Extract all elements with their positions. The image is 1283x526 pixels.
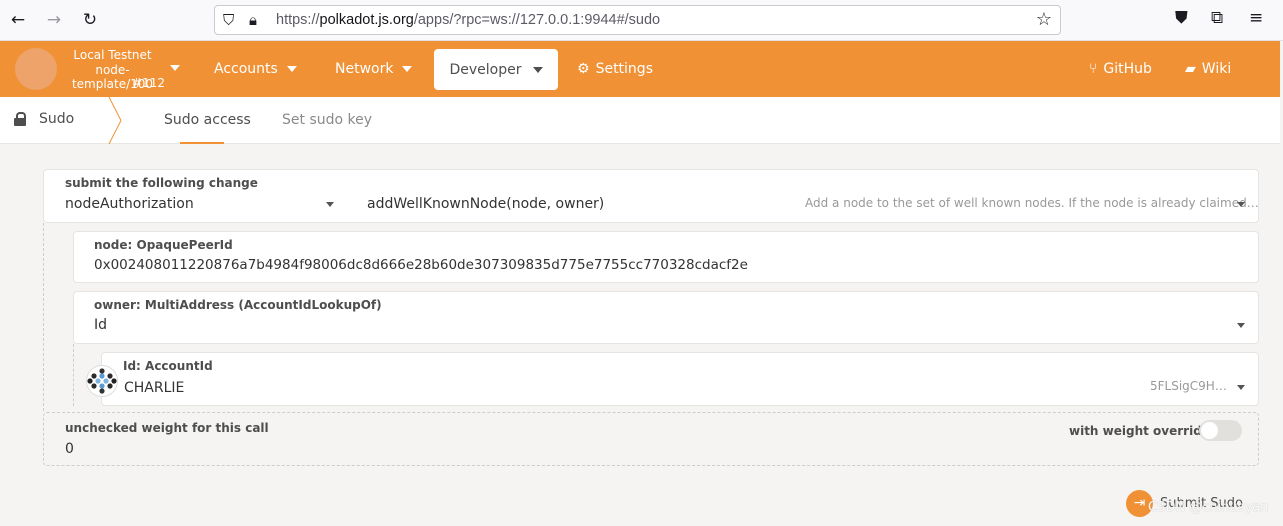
menu-settings[interactable]: ⚙ Settings xyxy=(577,61,653,77)
tab-sudo-access[interactable]: Sudo access xyxy=(164,112,251,128)
address-bar[interactable]: ⛉ 🔒︎ https://polkadot.js.org/apps/?rpc=w… xyxy=(214,5,1061,35)
lock-icon[interactable]: 🔒︎ xyxy=(249,11,257,29)
id-label: Id: AccountId xyxy=(123,359,213,373)
owner-label: owner: MultiAddress (AccountIdLookupOf) xyxy=(94,298,382,312)
weight-label: unchecked weight for this call xyxy=(65,421,269,435)
sub-navigation: Sudo Sudo access Set sudo key xyxy=(0,97,1280,144)
chevron-down-icon[interactable] xyxy=(1237,202,1245,207)
menu-developer[interactable]: Developer xyxy=(434,49,558,90)
account-dropdown[interactable]: CHARLIE xyxy=(124,380,184,396)
block-number: #112 xyxy=(132,76,165,90)
chain-logo[interactable] xyxy=(15,48,57,90)
chevron-down-icon xyxy=(286,66,297,72)
back-arrow-icon[interactable]: ← xyxy=(6,8,30,32)
weight-override-toggle[interactable] xyxy=(1199,420,1242,441)
menu-network[interactable]: Network xyxy=(335,61,413,77)
section-title: Sudo xyxy=(14,111,74,127)
pocket-icon[interactable]: ⛊ xyxy=(1175,8,1188,28)
menu-wiki[interactable]: ▰ Wiki xyxy=(1185,61,1231,77)
chevron-separator-icon xyxy=(108,97,122,144)
nested-guide xyxy=(73,344,74,406)
chevron-down-icon[interactable] xyxy=(326,202,334,207)
tab-set-sudo-key[interactable]: Set sudo key xyxy=(282,112,372,128)
weight-input[interactable]: 0 xyxy=(65,441,74,457)
call-description: Add a node to the set of well known node… xyxy=(805,196,1259,210)
unlock-icon xyxy=(14,112,26,126)
shield-icon[interactable]: ⛉ xyxy=(223,11,234,29)
book-icon: ▰ xyxy=(1185,61,1196,77)
pallet-dropdown[interactable]: nodeAuthorization xyxy=(65,196,194,212)
active-tab-indicator xyxy=(180,142,224,144)
owner-dropdown[interactable]: Id xyxy=(94,317,107,333)
account-identicon-icon[interactable] xyxy=(86,365,118,397)
watermark: CSDN @chinusyan xyxy=(1148,500,1269,515)
browser-toolbar: ← → ↻ ⛉ 🔒︎ https://polkadot.js.org/apps/… xyxy=(0,0,1283,41)
extensions-icon[interactable]: ⧉ xyxy=(1211,8,1223,28)
code-branch-icon: ⑂ xyxy=(1089,61,1098,77)
node-label: node: OpaquePeerId xyxy=(94,238,233,252)
override-label: with weight override xyxy=(1069,424,1210,438)
reload-icon[interactable]: ↻ xyxy=(78,8,102,32)
params-guide xyxy=(43,223,44,411)
chevron-down-icon[interactable] xyxy=(170,65,180,71)
chevron-down-icon xyxy=(402,66,413,72)
chevron-down-icon[interactable] xyxy=(1237,385,1245,390)
account-address: 5FLSigC9H… xyxy=(1150,379,1227,393)
url-text: https://polkadot.js.org/apps/?rpc=ws://1… xyxy=(276,12,661,28)
menu-github[interactable]: ⑂ GitHub xyxy=(1089,61,1152,77)
chain-name[interactable]: Local Testnet xyxy=(60,48,165,62)
chevron-down-icon xyxy=(532,66,543,73)
id-param xyxy=(101,352,1259,406)
chevron-down-icon[interactable] xyxy=(1237,323,1245,328)
hamburger-menu-icon[interactable]: ≡ xyxy=(1249,8,1263,28)
node-input[interactable]: 0x002408011220876a7b4984f98006dc8d666e28… xyxy=(94,257,748,273)
app-header: Local Testnet node-template/100 #112 Acc… xyxy=(0,41,1280,97)
call-dropdown[interactable]: addWellKnownNode(node, owner) xyxy=(367,196,604,212)
submit-change-label: submit the following change xyxy=(65,176,258,190)
forward-arrow-icon[interactable]: → xyxy=(42,8,66,32)
cogs-icon: ⚙ xyxy=(577,61,590,77)
bookmark-star-icon[interactable]: ☆ xyxy=(1036,9,1052,30)
menu-accounts[interactable]: Accounts xyxy=(214,61,297,77)
